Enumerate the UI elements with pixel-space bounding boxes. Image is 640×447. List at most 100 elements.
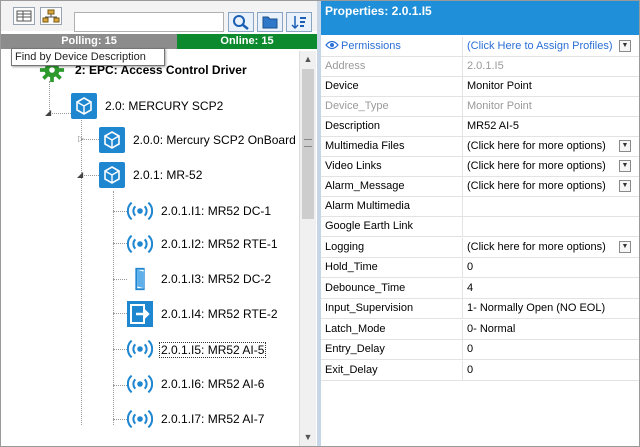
tree-node-input-i4[interactable]: 2.0.1.I4: MR52 RTE-2 — [127, 301, 297, 327]
wireless-input-icon — [127, 339, 153, 359]
tree-node-mr-52[interactable]: 2.0.1: MR-52 — [99, 162, 259, 188]
scrollbar-thumb[interactable] — [302, 69, 314, 219]
prop-value[interactable]: Monitor Point — [464, 77, 639, 96]
tree-connector — [113, 313, 127, 314]
prop-value[interactable]: (Click here for more options) ▼ — [464, 137, 639, 156]
prop-name-text: Permissions — [341, 40, 401, 52]
prop-row-logging[interactable]: Logging (Click here for more options) ▼ — [321, 238, 639, 258]
prop-row-hold-time[interactable]: Hold_Time 0 — [321, 258, 639, 278]
prop-value[interactable]: MR52 AI-5 — [464, 117, 639, 136]
prop-value-text: (Click Here to Assign Profiles) — [467, 40, 613, 52]
scroll-up-button[interactable]: ▲ — [300, 51, 316, 67]
prop-row-latch-mode[interactable]: Latch_Mode 0- Normal — [321, 320, 639, 340]
wireless-input-icon — [127, 374, 153, 394]
dropdown-button[interactable]: ▼ — [619, 160, 631, 172]
tree-node-input-i3[interactable]: 2.0.1.I3: MR52 DC-2 — [127, 266, 297, 292]
wireless-input-icon — [127, 201, 153, 221]
prop-row-video-links[interactable]: Video Links (Click here for more options… — [321, 157, 639, 177]
prop-value: Monitor Point — [467, 100, 532, 112]
tree-node-mercury-scp2[interactable]: 2.0: MERCURY SCP2 — [71, 93, 271, 119]
sort-button[interactable] — [286, 12, 312, 32]
prop-value[interactable]: 4 — [464, 279, 639, 298]
prop-value-text: (Click here for more options) — [467, 241, 606, 253]
door-icon — [135, 267, 145, 291]
prop-value: 2.0.1.I5 — [467, 60, 504, 72]
prop-value[interactable]: 0 — [464, 340, 639, 359]
wireless-input-icon — [127, 234, 153, 254]
tree-node-input-i2[interactable]: 2.0.1.I2: MR52 RTE-1 — [127, 231, 297, 257]
prop-row-alarm-multimedia[interactable]: Alarm Multimedia — [321, 197, 639, 217]
dropdown-button[interactable]: ▼ — [619, 140, 631, 152]
tree-connector — [81, 117, 82, 425]
prop-value[interactable]: (Click here for more options) ▼ — [464, 157, 639, 176]
prop-value[interactable]: 0 — [464, 258, 639, 277]
scroll-down-button[interactable]: ▼ — [300, 429, 316, 445]
tree-node-label: 2.0.1.I4: MR52 RTE-2 — [161, 307, 278, 321]
prop-value[interactable]: 0 — [464, 361, 639, 380]
tree-connector — [113, 211, 127, 212]
prop-name: Entry_Delay — [321, 340, 463, 359]
tree-node-input-i1[interactable]: 2.0.1.I1: MR52 DC-1 — [127, 198, 297, 224]
prop-row-device-type[interactable]: Device_Type Monitor Point — [321, 97, 639, 117]
tree-node-input-i5[interactable]: 2.0.1.I5: MR52 AI-5 — [127, 336, 297, 362]
tree-node-label: 2.0.0: Mercury SCP2 OnBoard — [133, 133, 296, 147]
prop-name: Device — [321, 77, 463, 96]
prop-value[interactable]: 0- Normal — [464, 320, 639, 339]
collapse-toggle[interactable]: ◢ — [77, 171, 85, 179]
tree-connector — [113, 385, 127, 386]
folder-icon — [262, 16, 278, 29]
prop-value[interactable]: (Click here for more options) ▼ — [464, 238, 639, 257]
prop-name: Latch_Mode — [321, 320, 463, 339]
expand-toggle[interactable]: ▷ — [78, 135, 86, 143]
prop-row-entry-delay[interactable]: Entry_Delay 0 — [321, 340, 639, 360]
exit-icon — [127, 301, 153, 327]
mercury-controller-icon — [71, 93, 97, 119]
tree-node-label: 2.0.1.I2: MR52 RTE-1 — [161, 237, 278, 251]
search-button[interactable] — [228, 12, 254, 32]
prop-value[interactable]: (Click here for more options) ▼ — [464, 177, 639, 196]
eye-icon — [325, 40, 339, 50]
prop-name: Google Earth Link — [321, 217, 463, 236]
online-count: Online: 15 — [177, 34, 317, 49]
tree-node-input-i7[interactable]: 2.0.1.I7: MR52 AI-7 — [127, 406, 297, 432]
grid-view-button[interactable] — [13, 7, 35, 25]
prop-name: Alarm_Message — [321, 177, 463, 196]
tree-connector — [113, 243, 127, 244]
network-tree-button[interactable] — [40, 7, 62, 25]
tree-node-label: 2.0.1.I6: MR52 AI-6 — [161, 377, 265, 391]
prop-row-debounce-time[interactable]: Debounce_Time 4 — [321, 279, 639, 299]
polling-count: Polling: 15 — [1, 34, 177, 49]
collapse-toggle[interactable]: ◢ — [45, 109, 53, 117]
tree-connector — [113, 349, 127, 350]
prop-row-google-earth-link[interactable]: Google Earth Link — [321, 217, 639, 237]
prop-value[interactable]: 1- Normally Open (NO EOL) — [464, 299, 639, 318]
tree-connector — [113, 279, 127, 280]
prop-row-permissions[interactable]: Permissions (Click Here to Assign Profil… — [321, 37, 639, 57]
dropdown-button[interactable]: ▼ — [619, 241, 631, 253]
prop-row-alarm-message[interactable]: Alarm_Message (Click here for more optio… — [321, 177, 639, 197]
tree-node-label-selected: 2.0.1.I5: MR52 AI-5 — [159, 342, 267, 358]
prop-value[interactable] — [464, 197, 639, 216]
device-tree-pane: Polling: 15 Online: 15 Find by Device De… — [1, 1, 317, 446]
prop-row-input-supervision[interactable]: Input_Supervision 1- Normally Open (NO E… — [321, 299, 639, 319]
prop-name: Logging — [321, 238, 463, 257]
prop-row-description[interactable]: Description MR52 AI-5 — [321, 117, 639, 137]
prop-row-device[interactable]: Device Monitor Point — [321, 77, 639, 97]
prop-row-address[interactable]: Address 2.0.1.I5 — [321, 57, 639, 77]
prop-value-text: (Click here for more options) — [467, 160, 606, 172]
prop-name: Device_Type — [321, 97, 463, 116]
dropdown-button[interactable]: ▼ — [619, 180, 631, 192]
dropdown-button[interactable]: ▼ — [619, 40, 631, 52]
device-search-input[interactable] — [74, 12, 224, 32]
prop-name: Alarm Multimedia — [321, 197, 463, 216]
prop-row-multimedia-files[interactable]: Multimedia Files (Click here for more op… — [321, 137, 639, 157]
prop-value[interactable]: (Click Here to Assign Profiles) ▼ — [464, 37, 639, 56]
properties-title: Properties: 2.0.1.I5 — [321, 1, 639, 35]
prop-row-exit-delay[interactable]: Exit_Delay 0 — [321, 361, 639, 381]
tree-node-scp2-onboard[interactable]: 2.0.0: Mercury SCP2 OnBoard — [99, 127, 299, 153]
folder-button[interactable] — [257, 12, 283, 32]
tree-node-input-i6[interactable]: 2.0.1.I6: MR52 AI-6 — [127, 371, 297, 397]
tree-scrollbar[interactable]: ▲ ▼ — [299, 51, 316, 446]
prop-value-text: (Click here for more options) — [467, 140, 606, 152]
prop-value[interactable] — [464, 217, 639, 236]
